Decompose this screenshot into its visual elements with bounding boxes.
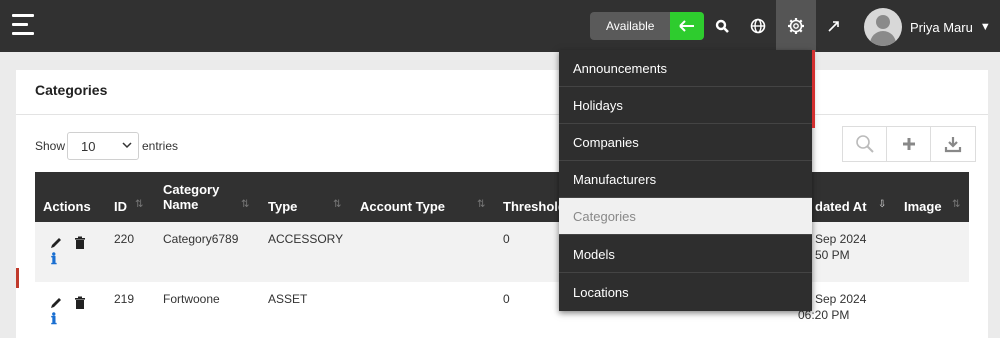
cell-updated-time: 50 PM (815, 248, 850, 262)
page-title: Categories (35, 82, 108, 98)
cell-threshold: 0 (503, 232, 510, 246)
sort-icon[interactable]: ⇅ (241, 199, 249, 210)
header-id[interactable]: ID (114, 199, 127, 214)
divider (16, 114, 988, 115)
cell-threshold: 0 (503, 292, 510, 306)
cell-name: Category6789 (163, 232, 239, 246)
gear-icon (788, 18, 804, 34)
user-menu[interactable]: Priya Maru ▼ (864, 8, 991, 46)
table-toolbar (842, 126, 976, 162)
sort-desc-icon[interactable]: ⇩ (878, 199, 886, 210)
availability-label: Available (606, 19, 655, 33)
settings-dropdown: Announcements Holidays Companies Manufac… (559, 50, 815, 311)
pencil-icon[interactable] (49, 296, 63, 310)
sort-icon[interactable]: ⇅ (135, 199, 143, 210)
categories-panel: Categories Show 10 entries Actions ID ⇅ … (16, 70, 988, 338)
sort-icon[interactable]: ⇅ (952, 199, 960, 210)
pencil-icon[interactable] (49, 236, 63, 250)
user-name: Priya Maru (910, 19, 973, 35)
sort-icon[interactable]: ⇅ (477, 199, 485, 210)
header-updated-at[interactable]: dated At (815, 199, 867, 214)
menu-item-manufacturers[interactable]: Manufacturers (559, 161, 812, 198)
table-row: ℹ 219 Fortwoone ASSET 0 Sep 2024 06:20 P… (35, 282, 969, 338)
chevron-down-icon (122, 133, 132, 161)
menu-item-models[interactable]: Models (559, 236, 812, 273)
cell-id: 219 (114, 292, 135, 306)
scrollbar-indicator (812, 50, 815, 128)
menu-item-categories[interactable]: Categories (559, 198, 812, 235)
menu-item-locations[interactable]: Locations (559, 274, 812, 311)
info-icon[interactable]: ℹ (51, 310, 87, 328)
top-navbar: Available Priya Maru ▼ (0, 0, 1000, 52)
header-type[interactable]: Type (268, 199, 297, 214)
cell-type: ASSET (268, 292, 308, 306)
row-actions: ℹ (49, 294, 87, 328)
header-account-type[interactable]: Account Type (360, 199, 445, 214)
menu-item-announcements[interactable]: Announcements (559, 50, 812, 87)
header-category-name[interactable]: Category Name (163, 182, 233, 212)
cell-type: ACCESSORY (268, 232, 344, 246)
search-icon[interactable] (843, 127, 887, 161)
table-row: ℹ 220 Category6789 ACCESSORY 0 Sep 2024 … (35, 222, 969, 282)
availability-toggle[interactable]: Available (590, 12, 704, 40)
cell-updated-date: Sep 2024 (815, 232, 867, 246)
cell-updated-date: Sep 2024 (815, 292, 867, 306)
sort-icon[interactable]: ⇅ (333, 199, 341, 210)
trash-icon[interactable] (73, 236, 87, 250)
header-actions: Actions (43, 199, 91, 214)
entries-label: entries (142, 139, 179, 153)
download-icon[interactable] (931, 127, 975, 161)
search-icon[interactable] (710, 14, 734, 38)
menu-icon[interactable] (12, 14, 36, 36)
caret-down-icon: ▼ (979, 21, 991, 33)
avatar (864, 8, 902, 46)
row-actions: ℹ (49, 234, 87, 268)
trash-icon[interactable] (73, 296, 87, 310)
show-label: Show (35, 139, 66, 153)
settings-button[interactable] (776, 0, 816, 52)
header-threshold[interactable]: Threshold (503, 199, 566, 214)
table-header: Actions ID ⇅ Category Name ⇅ Type ⇅ Acco… (35, 172, 969, 222)
menu-item-holidays[interactable]: Holidays (559, 87, 812, 124)
arrow-left-icon[interactable] (670, 12, 704, 40)
menu-item-companies[interactable]: Companies (559, 124, 812, 161)
add-icon[interactable] (887, 127, 931, 161)
row-accent (16, 268, 19, 288)
globe-icon[interactable] (746, 14, 770, 38)
rocket-icon[interactable] (822, 14, 846, 38)
info-icon[interactable]: ℹ (51, 250, 87, 268)
cell-name: Fortwoone (163, 292, 220, 306)
entries-select[interactable]: 10 (67, 132, 139, 160)
cell-id: 220 (114, 232, 135, 246)
entries-value: 10 (81, 139, 96, 154)
header-image[interactable]: Image (904, 199, 942, 214)
